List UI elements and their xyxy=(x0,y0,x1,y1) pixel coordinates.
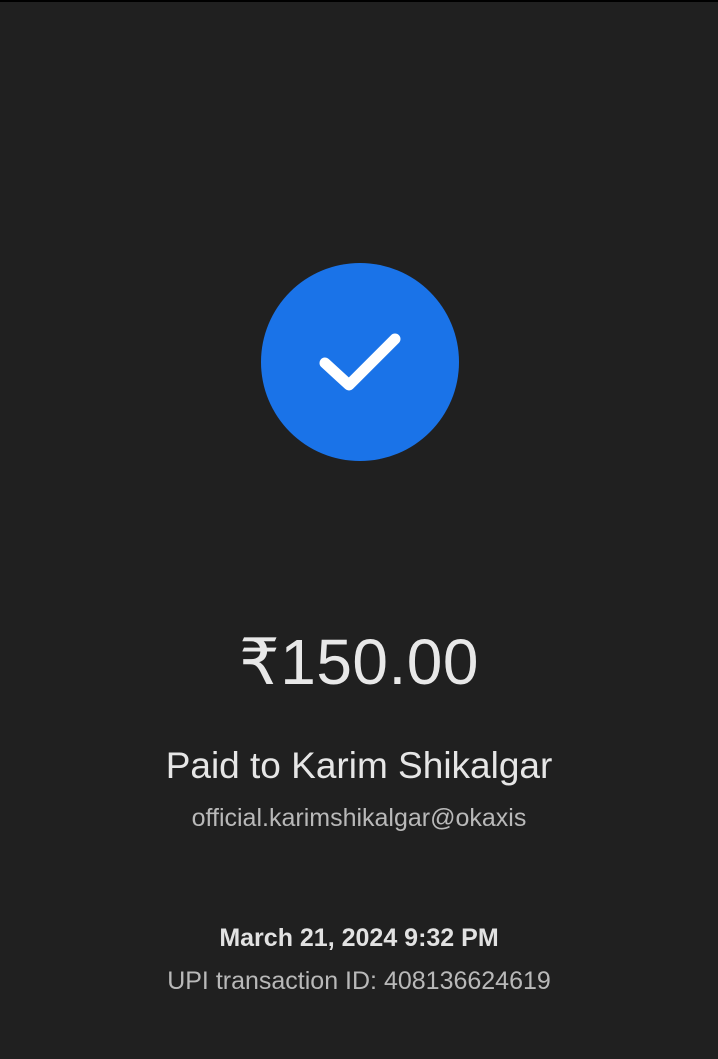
payee-upi-id: official.karimshikalgar@okaxis xyxy=(191,804,527,832)
success-badge xyxy=(261,263,459,461)
payment-datetime: March 21, 2024 9:32 PM xyxy=(219,924,499,952)
checkmark-icon xyxy=(319,333,401,391)
payment-amount: ₹150.00 xyxy=(239,626,479,698)
payee-name: Paid to Karim Shikalgar xyxy=(165,745,553,786)
top-edge xyxy=(0,0,718,2)
transaction-id: UPI transaction ID: 408136624619 xyxy=(167,967,551,995)
